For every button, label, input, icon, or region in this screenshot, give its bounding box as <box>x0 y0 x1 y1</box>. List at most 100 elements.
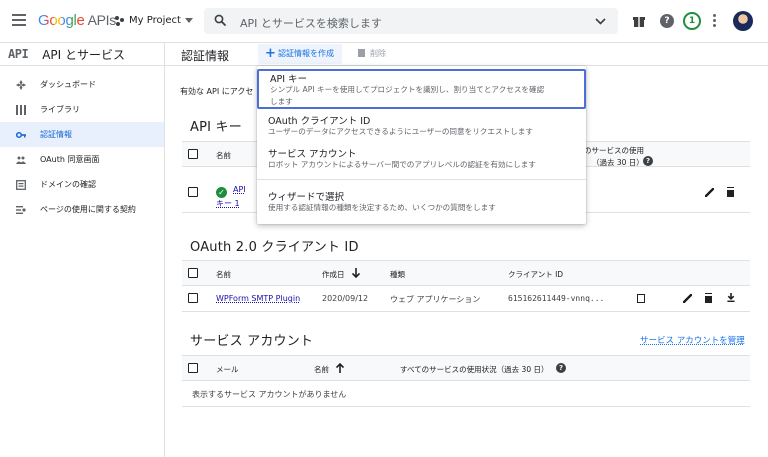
sidebar-item-label: ページの使用に関する契約 <box>40 205 136 214</box>
edit-icon[interactable] <box>683 294 692 303</box>
delete-icon[interactable] <box>727 188 734 197</box>
menu-item-oauth-client[interactable]: OAuth クライアント ID ユーザーのデータにアクセスできるようにユーザーの… <box>257 111 586 143</box>
oauth-client-id: 615162611449-vnnq... <box>508 294 605 303</box>
sidebar-item-library[interactable]: ライブラリ <box>0 97 164 122</box>
column-type: 種類 <box>390 270 405 279</box>
sort-down-icon[interactable] <box>352 268 360 278</box>
dashboard-icon <box>16 80 26 90</box>
trash-icon <box>358 49 365 57</box>
select-all-checkbox[interactable] <box>188 363 198 373</box>
row-checkbox[interactable] <box>188 293 198 303</box>
help-icon[interactable]: ? <box>556 363 566 373</box>
avatar[interactable] <box>733 11 753 31</box>
notification-badge[interactable]: 1 <box>683 12 701 30</box>
column-created: 作成日 <box>322 270 345 279</box>
api-key-name[interactable]: API <box>233 185 246 194</box>
sidebar-item-oauth[interactable]: OAuth 同意画面 <box>0 147 164 172</box>
notice-text: 有効な API にアクセ <box>180 87 254 96</box>
copy-icon[interactable] <box>637 294 645 303</box>
menu-item-service-account[interactable]: サービス アカウント ロボット アカウントによるサーバー間でのアプリレベルの認証… <box>257 145 586 177</box>
manage-service-accounts-link[interactable]: サービス アカウントを管理 <box>640 334 745 346</box>
sidebar-item-label: ドメインの確認 <box>40 180 96 189</box>
table-row: WPForm SMTP Plugin 2020/09/12 ウェブ アプリケーシ… <box>182 286 750 312</box>
column-name: 名前 <box>314 365 329 374</box>
column-name: 名前 <box>216 151 231 160</box>
menu-item-description: シンプル API キーを使用してプロジェクトを識別し、割り当てとアクセスを確認 <box>270 85 545 94</box>
sidebar-title: API とサービス <box>42 47 125 62</box>
project-name: My Project <box>129 15 181 26</box>
menu-item-api-key[interactable]: API キー シンプル API キーを使用してプロジェクトを識別し、割り当てとア… <box>257 69 586 109</box>
oauth-created-date: 2020/09/12 <box>322 294 369 303</box>
select-all-checkbox[interactable] <box>188 268 198 278</box>
google-apis-logo[interactable]: Google APIs <box>38 12 116 29</box>
column-email: メール <box>216 365 239 374</box>
key-icon <box>16 131 26 139</box>
menu-icon[interactable] <box>12 14 26 26</box>
help-icon[interactable]: ? <box>643 156 653 166</box>
menu-item-description: ユーザーのデータにアクセスできるようにユーザーの同意をリクエストします <box>268 127 533 136</box>
project-selector[interactable]: My Project <box>115 15 193 26</box>
project-icon <box>115 15 125 26</box>
sidebar-item-label: 認証情報 <box>40 130 72 139</box>
select-all-checkbox[interactable] <box>188 149 198 159</box>
sort-up-icon[interactable] <box>336 363 344 373</box>
page-header: 認証情報 + 認証情報を作成 削除 <box>165 43 768 66</box>
oauth-title: OAuth 2.0 クライアント ID <box>190 240 359 255</box>
column-usage-period: （過去 30 日） <box>592 158 644 167</box>
search-input[interactable]: API とサービスを検索します <box>204 8 618 34</box>
menu-item-description-cont: します <box>270 97 293 106</box>
delete-label: 削除 <box>370 49 386 58</box>
search-icon <box>214 14 227 27</box>
settings-icon <box>16 206 26 214</box>
menu-item-title: ウィザードで選択 <box>268 192 345 203</box>
gift-icon[interactable] <box>632 14 646 28</box>
check-icon: ✓ <box>216 187 227 198</box>
sidebar-item-page-usage[interactable]: ページの使用に関する契約 <box>0 197 164 222</box>
service-accounts-title: サービス アカウント <box>190 334 314 349</box>
plus-icon: + <box>265 46 276 61</box>
service-table-header: メール 名前 すべてのサービスの使用状況（過去 30 日） ? <box>182 355 750 381</box>
sidebar-item-label: ライブラリ <box>40 105 80 114</box>
sidebar-item-domain[interactable]: ドメインの確認 <box>0 172 164 197</box>
download-icon[interactable] <box>727 293 735 302</box>
menu-item-description: 使用する認証情報の種類を決定するため、いくつかの質問をします <box>268 203 496 212</box>
sidebar-item-label: ダッシュボード <box>40 80 96 89</box>
menu-item-title: API キー <box>270 74 308 85</box>
logo-apis: APIs <box>87 12 117 28</box>
oauth-table-header: 名前 作成日 種類 クライアント ID <box>182 260 750 286</box>
page-title: 認証情報 <box>181 49 230 63</box>
api-keys-title: API キー <box>190 120 242 135</box>
domain-icon <box>16 180 26 190</box>
delete-button[interactable]: 削除 <box>358 48 386 59</box>
sidebar-item-dashboard[interactable]: ダッシュボード <box>0 72 164 97</box>
menu-item-title: OAuth クライアント ID <box>268 116 371 127</box>
chevron-down-icon <box>184 18 193 23</box>
create-credentials-label: 認証情報を作成 <box>278 49 334 58</box>
delete-icon[interactable] <box>705 294 712 303</box>
create-credentials-menu: API キー シンプル API キーを使用してプロジェクトを識別し、割り当てとア… <box>257 66 586 224</box>
sidebar: API API とサービス ダッシュボード ライブラリ 認証情報 OAuth 同… <box>0 43 165 457</box>
column-usage: すべてのサービスの使用状況（過去 30 日） <box>400 365 549 374</box>
edit-icon[interactable] <box>705 188 714 197</box>
logo-google: Google <box>38 12 85 29</box>
help-icon[interactable]: ? <box>660 14 674 28</box>
menu-item-wizard[interactable]: ウィザードで選択 使用する認証情報の種類を決定するため、いくつかの質問をします <box>257 187 586 219</box>
search-dropdown-icon[interactable] <box>595 18 606 25</box>
top-bar: Google APIs My Project API とサービスを検索します ? … <box>0 0 768 43</box>
library-icon <box>16 105 26 115</box>
menu-item-title: サービス アカウント <box>268 149 357 160</box>
oauth-client-name[interactable]: WPForm SMTP Plugin <box>216 294 300 303</box>
row-checkbox[interactable] <box>188 187 198 197</box>
create-credentials-button[interactable]: + 認証情報を作成 <box>258 44 342 64</box>
column-name: 名前 <box>216 270 231 279</box>
sidebar-item-label: OAuth 同意画面 <box>40 155 100 164</box>
more-options-icon[interactable] <box>713 14 717 28</box>
search-placeholder: API とサービスを検索します <box>240 17 382 30</box>
api-key-name-line2[interactable]: キー 1 <box>216 198 240 209</box>
column-client-id: クライアント ID <box>508 270 564 279</box>
sidebar-item-credentials[interactable]: 認証情報 <box>0 122 164 147</box>
api-logo-icon: API <box>8 47 29 61</box>
sidebar-header: API API とサービス <box>0 43 164 66</box>
menu-divider <box>257 179 586 180</box>
oauth-client-type: ウェブ アプリケーション <box>390 295 481 304</box>
